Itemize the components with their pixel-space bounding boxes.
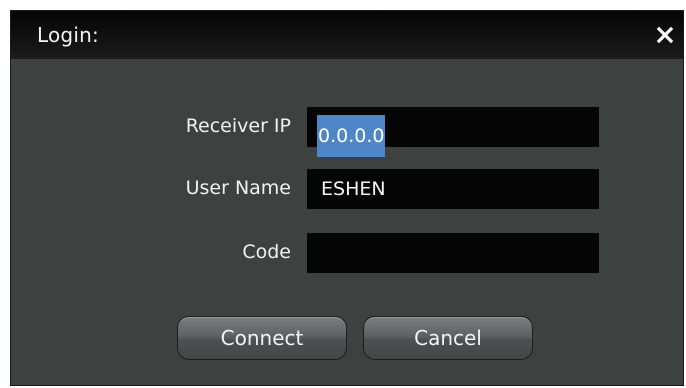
user-name-input[interactable]: ESHEN: [307, 169, 599, 209]
code-row: Code: [11, 233, 683, 273]
receiver-ip-value: 0.0.0.0: [317, 115, 386, 157]
close-button[interactable]: [653, 23, 677, 47]
user-name-row: User Name ESHEN: [11, 169, 683, 209]
title-bar: Login:: [11, 11, 683, 59]
cancel-button[interactable]: Cancel: [363, 316, 533, 360]
receiver-ip-input[interactable]: 0.0.0.0: [307, 107, 599, 157]
receiver-ip-row: Receiver IP 0.0.0.0: [11, 107, 683, 157]
receiver-ip-label: Receiver IP: [185, 115, 291, 137]
user-name-label: User Name: [185, 177, 291, 199]
code-label: Code: [242, 241, 291, 263]
code-input[interactable]: [307, 233, 599, 273]
close-icon: [656, 26, 674, 44]
user-name-value: ESHEN: [321, 178, 386, 200]
connect-button[interactable]: Connect: [177, 316, 347, 360]
dialog-title: Login:: [37, 23, 99, 47]
login-dialog: Login: Receiver IP 0.0.0.0 User Name ESH…: [10, 10, 684, 386]
